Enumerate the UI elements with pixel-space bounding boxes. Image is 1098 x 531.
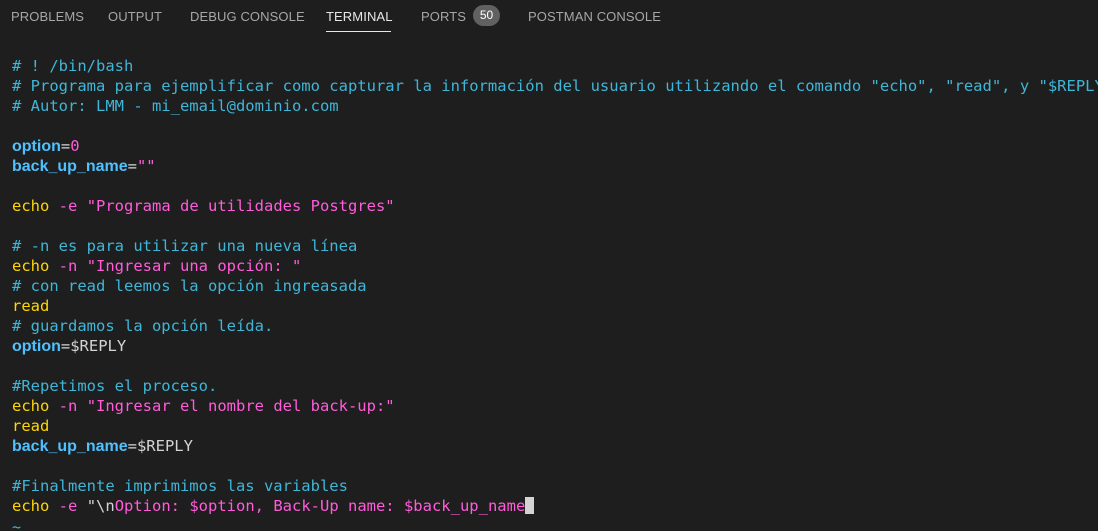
read-command: read bbox=[12, 297, 50, 315]
echo-command: echo bbox=[12, 497, 50, 515]
assign-operator: = bbox=[60, 337, 71, 355]
tab-ports[interactable]: PORTS bbox=[421, 0, 466, 34]
assign-operator: = bbox=[127, 157, 137, 175]
code-line: #Repetimos el proceso. bbox=[12, 376, 217, 396]
string-quote: "\n bbox=[86, 497, 115, 515]
code-line: # -n es para utilizar una nueva línea bbox=[12, 236, 357, 256]
comment: #Repetimos el proceso. bbox=[12, 377, 218, 395]
code-line: # ! /bin/bash bbox=[12, 56, 133, 76]
flag: -e bbox=[58, 197, 78, 215]
string-literal: "Programa de utilidades Postgres" bbox=[86, 197, 395, 215]
code-line: read bbox=[12, 296, 49, 316]
code-line: # guardamos la opción leída. bbox=[12, 316, 273, 336]
terminal-editor[interactable]: # ! /bin/bash # Programa para ejemplific… bbox=[0, 34, 1098, 531]
author-comment: # Autor: LMM - mi_email@dominio.com bbox=[12, 97, 339, 115]
string-literal: "Ingresar el nombre del back-up:" bbox=[86, 397, 395, 415]
variable-name: back_up_name bbox=[12, 438, 128, 455]
code-line: read bbox=[12, 416, 49, 436]
string-literal: "" bbox=[136, 157, 156, 175]
code-line: option=$REPLY bbox=[12, 336, 126, 356]
panel-tab-bar: PROBLEMS OUTPUT DEBUG CONSOLE TERMINAL P… bbox=[0, 0, 1098, 34]
echo-command: echo bbox=[12, 257, 50, 275]
code-line: #Finalmente imprimimos las variables bbox=[12, 476, 348, 496]
flag: -e bbox=[58, 497, 78, 515]
comment: #Finalmente imprimimos las variables bbox=[12, 477, 348, 495]
description-comment: # Programa para ejemplificar como captur… bbox=[12, 77, 1098, 95]
variable-name: option bbox=[12, 338, 61, 355]
reply-variable: $REPLY bbox=[70, 337, 127, 355]
flag: -n bbox=[58, 257, 78, 275]
code-line: echo -n "Ingresar una opción: " bbox=[12, 256, 301, 276]
comment: # guardamos la opción leída. bbox=[12, 317, 274, 335]
code-line: # Autor: LMM - mi_email@dominio.com bbox=[12, 96, 339, 116]
reply-variable: $REPLY bbox=[136, 437, 193, 455]
echo-command: echo bbox=[12, 197, 50, 215]
text-cursor bbox=[525, 497, 535, 514]
code-line: echo -n "Ingresar el nombre del back-up:… bbox=[12, 396, 395, 416]
comment: # con read leemos la opción ingreasada bbox=[12, 277, 367, 295]
variable-name: back_up_name bbox=[12, 158, 128, 175]
code-line: option=0 bbox=[12, 136, 80, 156]
tab-postman-console[interactable]: POSTMAN CONSOLE bbox=[528, 0, 661, 34]
assign-operator: = bbox=[127, 437, 137, 455]
string-literal: "Ingresar una opción: " bbox=[86, 257, 302, 275]
shebang-comment: # ! /bin/bash bbox=[12, 57, 134, 75]
ports-count-badge: 50 bbox=[473, 5, 500, 26]
assign-operator: = bbox=[60, 137, 71, 155]
tab-terminal[interactable]: TERMINAL bbox=[326, 0, 393, 34]
number-literal: 0 bbox=[70, 137, 80, 155]
active-tab-indicator bbox=[326, 31, 391, 32]
tab-problems[interactable]: PROBLEMS bbox=[11, 0, 84, 34]
code-line: back_up_name="" bbox=[12, 156, 156, 176]
echo-command: echo bbox=[12, 397, 50, 415]
code-line: # con read leemos la opción ingreasada bbox=[12, 276, 367, 296]
flag: -n bbox=[58, 397, 78, 415]
code-line: echo -e "Programa de utilidades Postgres… bbox=[12, 196, 395, 216]
read-command: read bbox=[12, 417, 50, 435]
tab-output[interactable]: OUTPUT bbox=[108, 0, 162, 34]
empty-line-tilde: ~ bbox=[12, 518, 22, 531]
string-literal: Option: $option, Back-Up name: $back_up_… bbox=[114, 497, 526, 515]
variable-name: option bbox=[12, 138, 61, 155]
tab-debug-console[interactable]: DEBUG CONSOLE bbox=[190, 0, 305, 34]
code-line: # Programa para ejemplificar como captur… bbox=[12, 76, 1098, 96]
comment: # -n es para utilizar una nueva línea bbox=[12, 237, 358, 255]
code-line: back_up_name=$REPLY bbox=[12, 436, 193, 456]
code-line: echo -e "\nOption: $option, Back-Up name… bbox=[12, 496, 535, 516]
